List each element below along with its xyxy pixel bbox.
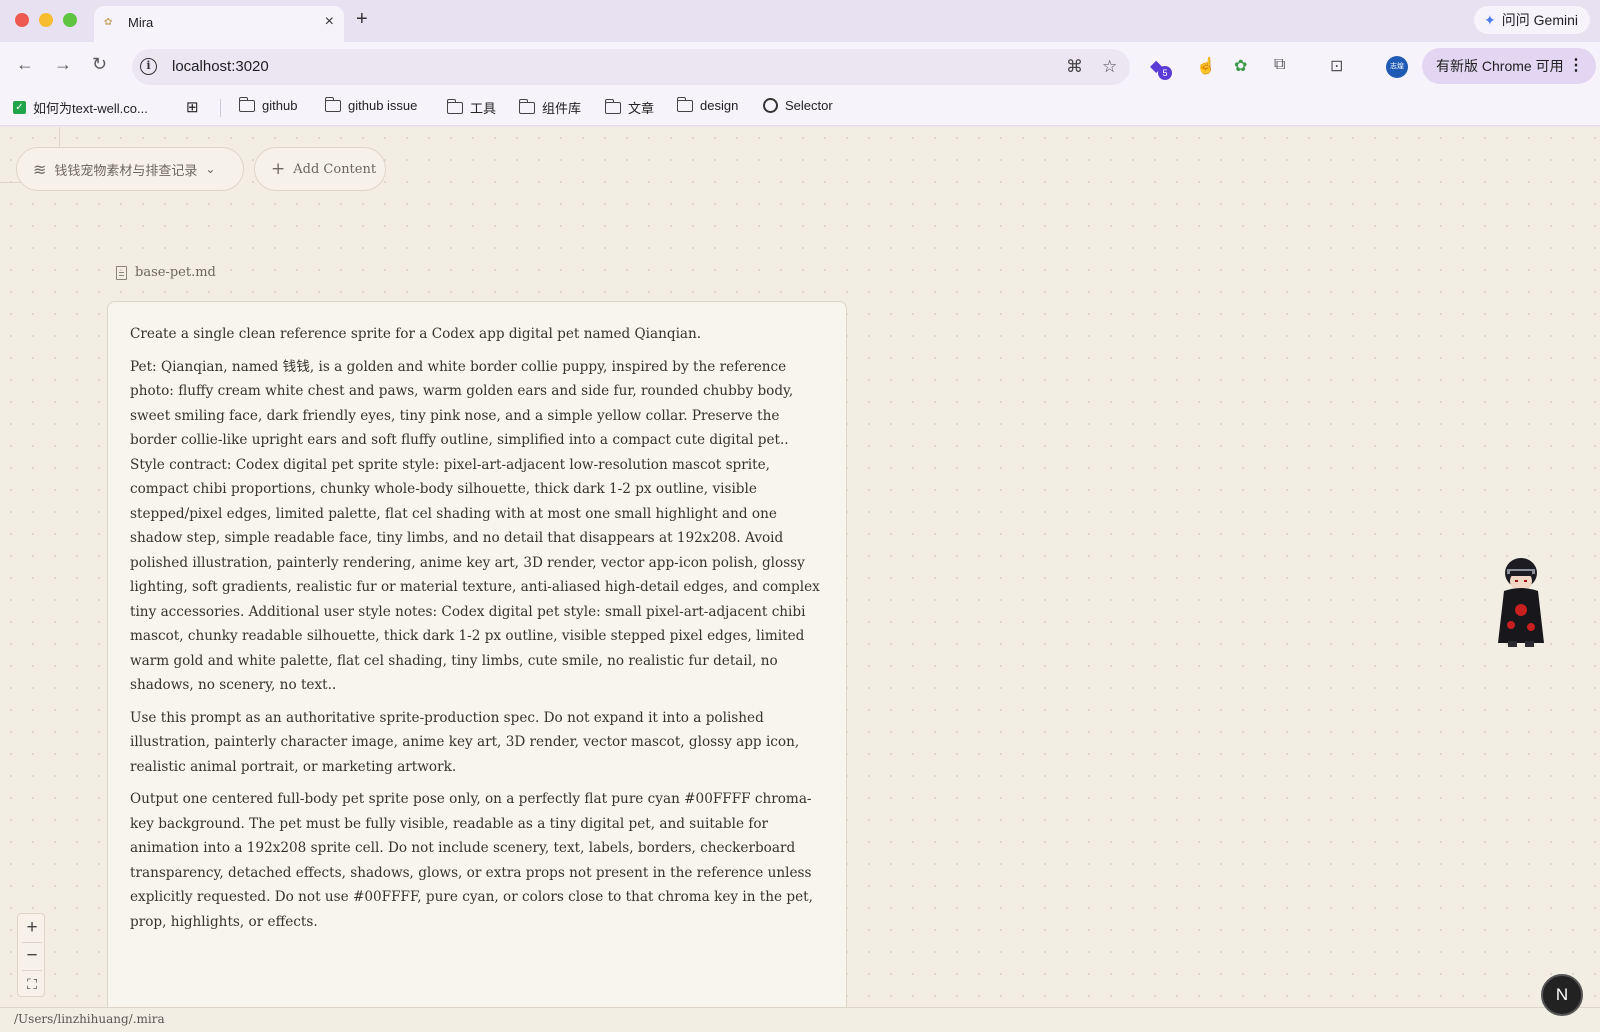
workspace-selector[interactable]: ≋ 钱钱宠物素材与排查记录 ⌄ <box>16 147 244 191</box>
zoom-in-button[interactable]: + <box>18 914 46 942</box>
bookmark-folder-components[interactable]: 组件库 <box>518 98 582 117</box>
bookmark-text-well[interactable]: ✓ 如何为text-well.co... <box>13 98 148 117</box>
tab-strip: ✿ Mira × + ✦ 问问 Gemini <box>0 0 1600 42</box>
zoom-out-button[interactable]: − <box>18 942 46 970</box>
zoom-controls: + − ⛶ <box>17 913 45 997</box>
globe-icon <box>763 98 778 113</box>
bookmark-folder-tools[interactable]: 工具 <box>446 98 497 117</box>
folder-icon <box>604 98 621 114</box>
status-bar: /Users/linzhihuang/.mira <box>0 1007 1600 1032</box>
bookmark-folder-github[interactable]: github <box>238 96 298 113</box>
n-floating-button[interactable]: N <box>1541 974 1583 1016</box>
reload-icon[interactable]: ↻ <box>92 54 107 75</box>
workspace-path: /Users/linzhihuang/.mira <box>14 1012 165 1026</box>
doc-paragraph: Create a single clean reference sprite f… <box>130 326 702 342</box>
bookmark-label: github issue <box>348 98 418 113</box>
bookmark-label: 工具 <box>470 101 497 116</box>
gemini-label: 问问 Gemini <box>1501 12 1578 28</box>
bookmark-label: 文章 <box>628 101 655 116</box>
folder-icon <box>324 96 341 112</box>
forward-icon[interactable]: → <box>54 54 72 75</box>
url-text[interactable]: localhost:3020 <box>172 58 269 75</box>
pet-sprite-character[interactable] <box>1494 555 1548 649</box>
add-content-button[interactable]: + Add Content <box>254 147 386 191</box>
tab-mira[interactable]: ✿ Mira × <box>94 6 344 42</box>
site-info-icon[interactable]: i <box>140 58 157 75</box>
close-window-button[interactable] <box>15 13 29 27</box>
hand-extension-icon[interactable]: ☝ <box>1196 56 1216 76</box>
folder-icon <box>446 98 463 114</box>
bookmark-star-icon[interactable]: ☆ <box>1102 57 1117 77</box>
new-tab-button[interactable]: + <box>356 8 368 31</box>
doc-paragraph: Use this prompt as an authoritative spri… <box>130 709 800 775</box>
translate-icon[interactable]: ⌘ <box>1066 57 1083 77</box>
profile-avatar[interactable]: 志煌 <box>1386 56 1408 78</box>
canvas-area[interactable]: ≋ 钱钱宠物素材与排查记录 ⌄ + Add Content base-pet.m… <box>0 127 1600 1032</box>
apps-grid-icon[interactable]: ⊞ <box>186 98 199 116</box>
folder-icon <box>676 96 693 112</box>
add-content-label: Add Content <box>293 161 377 177</box>
bookmark-label: 如何为text-well.co... <box>33 101 148 116</box>
doc-paragraph: Pet: Qianqian, named 钱钱, is a golden and… <box>130 358 820 694</box>
checkmark-icon: ✓ <box>13 101 26 114</box>
ask-gemini-button[interactable]: ✦ 问问 Gemini <box>1474 6 1590 34</box>
bookmark-label: Selector <box>785 98 833 113</box>
update-label: 有新版 Chrome 可用 <box>1436 58 1564 74</box>
tab-title: Mira <box>128 15 154 30</box>
bookmark-label: 组件库 <box>542 101 582 116</box>
browser-toolbar: ← → ↻ i localhost:3020 ⌘ ☆ ◆ 5 ☝ ✿ ⧉ ⊡ 志… <box>0 42 1600 90</box>
bookmark-selector[interactable]: Selector <box>763 98 833 113</box>
address-bar[interactable]: i localhost:3020 ⌘ ☆ <box>132 49 1130 85</box>
chrome-update-button[interactable]: 有新版 Chrome 可用 ⋮ <box>1422 48 1596 84</box>
bookmark-folder-articles[interactable]: 文章 <box>604 98 655 117</box>
file-icon <box>116 265 127 280</box>
markdown-document-card[interactable]: Create a single clean reference sprite f… <box>107 301 847 1032</box>
minimize-window-button[interactable] <box>39 13 53 27</box>
file-name: base-pet.md <box>135 265 216 280</box>
back-icon[interactable]: ← <box>16 54 34 75</box>
file-header[interactable]: base-pet.md <box>116 265 216 280</box>
plus-icon: + <box>271 159 286 179</box>
tab-search-icon[interactable]: ⊡ <box>1330 56 1343 76</box>
folder-icon <box>238 96 255 112</box>
layers-icon: ≋ <box>33 159 47 179</box>
bookmark-separator <box>220 99 221 117</box>
fit-view-button[interactable]: ⛶ <box>18 970 46 998</box>
doc-paragraph: Output one centered full-body pet sprite… <box>130 791 813 930</box>
maximize-window-button[interactable] <box>63 13 77 27</box>
bookmark-folder-design[interactable]: design <box>676 96 739 113</box>
close-tab-icon[interactable]: × <box>325 13 334 31</box>
bookmark-label: github <box>262 98 298 113</box>
folder-icon <box>518 98 535 114</box>
bookmark-folder-github-issue[interactable]: github issue <box>324 96 418 113</box>
favicon-icon: ✿ <box>104 17 113 28</box>
workspace-label: 钱钱宠物素材与排查记录 <box>54 163 198 179</box>
more-menu-icon[interactable]: ⋮ <box>1568 48 1584 84</box>
bookmarks-bar: ✓ 如何为text-well.co... ⊞ github github iss… <box>0 90 1600 126</box>
plugin-extension-icon[interactable]: ✿ <box>1234 56 1247 76</box>
extensions-puzzle-icon[interactable]: ⧉ <box>1274 56 1285 74</box>
bookmark-label: design <box>700 98 739 113</box>
chevron-down-icon: ⌄ <box>205 162 216 176</box>
extension-badge: 5 <box>1158 66 1172 80</box>
gemini-icon: ✦ <box>1484 11 1496 28</box>
